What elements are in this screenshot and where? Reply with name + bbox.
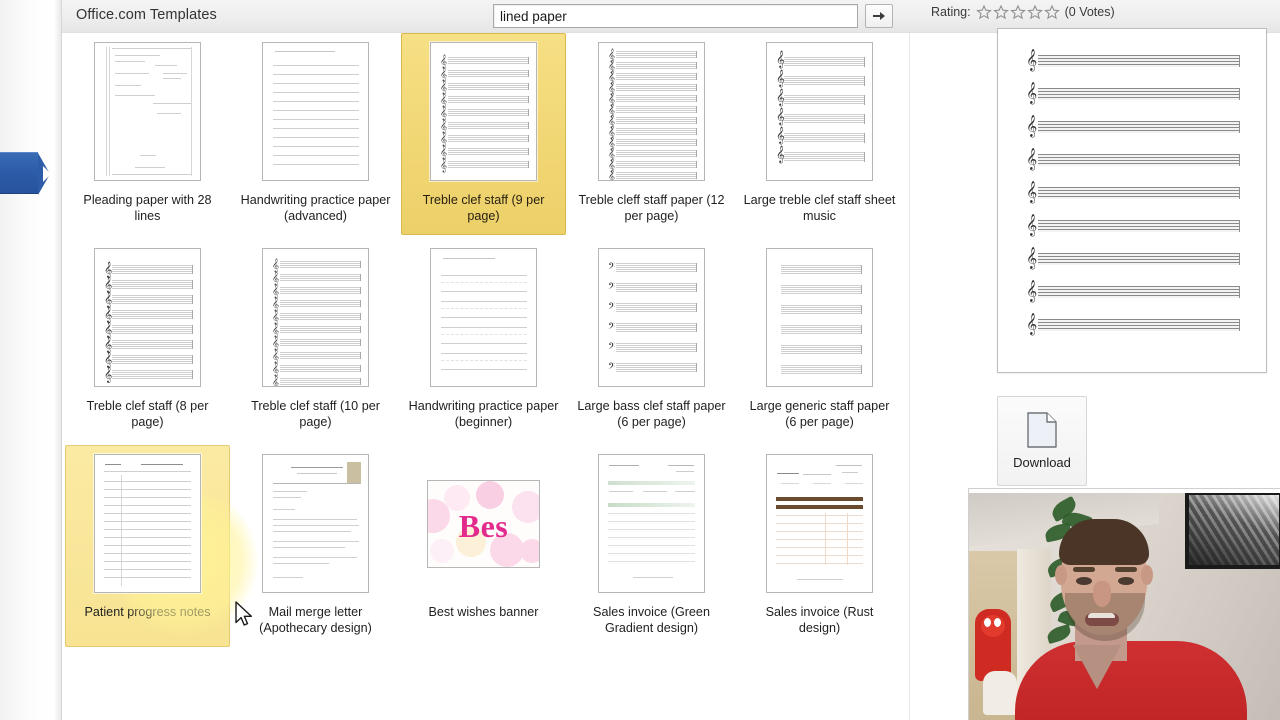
webcam-person-nose: [1093, 581, 1111, 607]
rating-stars[interactable]: [975, 4, 1060, 20]
template-item-mail-merge-letter-apothecary[interactable]: Mail merge letter (Apothecary design): [233, 445, 398, 647]
webcam-overlay: [968, 488, 1280, 720]
webcam-person-hair: [1059, 519, 1149, 565]
search-go-button[interactable]: [865, 4, 893, 28]
template-label: Treble clef staff (8 per page): [86, 399, 209, 429]
template-grid: Pleading paper with 28 lines Handwriting…: [65, 33, 905, 651]
template-thumbnail: [598, 454, 705, 593]
window-left-edge: [0, 0, 62, 720]
webcam-person-shirt: [1015, 641, 1247, 720]
star-icon[interactable]: [1026, 4, 1043, 20]
webcam-white-plush-toy: [983, 671, 1017, 715]
template-label: Best wishes banner: [428, 605, 539, 619]
template-item-sales-invoice-rust[interactable]: Sales invoice (Rust design): [737, 445, 902, 647]
template-thumbnail: [766, 454, 873, 593]
template-label: Large bass clef staff paper (6 per page): [577, 399, 726, 429]
template-thumbnail: [94, 42, 201, 181]
webcam-shirt-vneck: [1073, 645, 1121, 689]
template-item-large-treble-clef-sheet-music[interactable]: 𝄞 𝄞 𝄞 𝄞 𝄞 𝄞 Large treble clef staff shee…: [737, 33, 902, 235]
template-label: Handwriting practice paper (advanced): [240, 193, 391, 223]
template-label: Mail merge letter (Apothecary design): [259, 605, 372, 635]
star-icon[interactable]: [1043, 4, 1060, 20]
template-label: Large treble clef staff sheet music: [743, 193, 896, 223]
webcam-toy-face: [981, 615, 1005, 637]
template-item-treble-clef-staff-9[interactable]: 𝄞 𝄞 𝄞 𝄞 𝄞 𝄞 𝄞 𝄞 𝄞 Treble clef staff (9 p…: [401, 33, 566, 235]
webcam-top-edge: [969, 489, 1280, 493]
template-thumbnail: 𝄞 𝄞 𝄞 𝄞 𝄞 𝄞 𝄞 𝄞 𝄞 𝄞 𝄞 𝄞: [598, 42, 705, 181]
template-thumbnail: 𝄞 𝄞 𝄞 𝄞 𝄞 𝄞 𝄞 𝄞: [94, 248, 201, 387]
download-label: Download: [1013, 455, 1071, 470]
template-preview: 𝄞 𝄞 𝄞 𝄞 𝄞 𝄞 𝄞 𝄞 𝄞: [997, 28, 1267, 373]
template-thumbnail: [262, 454, 369, 593]
template-item-pleading-paper-28-lines[interactable]: Pleading paper with 28 lines: [65, 33, 230, 235]
page-title: Office.com Templates: [76, 7, 217, 23]
template-item-best-wishes-banner[interactable]: Bes Best wishes banner: [401, 445, 566, 647]
template-thumbnail: 𝄞 𝄞 𝄞 𝄞 𝄞 𝄞: [766, 42, 873, 181]
search-input[interactable]: [493, 4, 858, 28]
template-thumbnail: 𝄢 𝄢 𝄢 𝄢 𝄢 𝄢: [598, 248, 705, 387]
banner-art: Bes: [428, 481, 539, 567]
document-page-icon: [1027, 412, 1057, 448]
template-item-treble-clef-staff-8[interactable]: 𝄞 𝄞 𝄞 𝄞 𝄞 𝄞 𝄞 𝄞 Treble clef staff (8 per…: [65, 239, 230, 441]
template-thumbnail: [430, 248, 537, 387]
template-item-patient-progress-notes[interactable]: Patient progress notes: [65, 445, 258, 647]
template-label: Treble cleff staff paper (12 per page): [578, 193, 725, 223]
template-item-treble-clef-staff-10[interactable]: 𝄞 𝄞 𝄞 𝄞 𝄞 𝄞 𝄞 𝄞 𝄞 𝄞 Treble clef staff (1…: [233, 239, 398, 441]
template-label: Pleading paper with 28 lines: [83, 193, 212, 223]
download-button[interactable]: Download: [997, 396, 1087, 486]
screen: Office.com Templates Rating: (0 Vote: [0, 0, 1280, 720]
ribbon-back-arrow-icon[interactable]: [0, 152, 51, 195]
template-thumbnail: Bes: [427, 480, 540, 568]
template-item-large-bass-clef-staff-6[interactable]: 𝄢 𝄢 𝄢 𝄢 𝄢 𝄢 Large bass clef staff paper …: [569, 239, 734, 441]
template-label: Sales invoice (Rust design): [765, 605, 874, 635]
star-icon[interactable]: [975, 4, 992, 20]
template-label: Handwriting practice paper (beginner): [408, 399, 559, 429]
rating-row: Rating: (0 Votes): [931, 0, 1115, 24]
arrow-right-icon: [873, 12, 885, 20]
template-label: Treble clef staff (10 per page): [251, 399, 380, 429]
template-item-sales-invoice-green-gradient[interactable]: Sales invoice (Green Gradient design): [569, 445, 734, 647]
template-item-handwriting-practice-beginner[interactable]: Handwriting practice paper (beginner): [401, 239, 566, 441]
template-item-handwriting-practice-advanced[interactable]: Handwriting practice paper (advanced): [233, 33, 398, 235]
template-search: [493, 4, 895, 28]
template-thumbnail: [94, 454, 201, 593]
template-label: Large generic staff paper (6 per page): [749, 399, 890, 429]
template-label: Patient progress notes: [84, 605, 211, 619]
star-icon[interactable]: [992, 4, 1009, 20]
votes-count: (0 Votes): [1064, 5, 1115, 19]
rating-label: Rating:: [931, 5, 971, 19]
webcam-wall-picture: [1185, 491, 1280, 569]
webcam-person-teeth: [1088, 613, 1115, 618]
template-thumbnail: 𝄞 𝄞 𝄞 𝄞 𝄞 𝄞 𝄞 𝄞 𝄞: [430, 42, 537, 181]
template-gallery: Pleading paper with 28 lines Handwriting…: [62, 33, 910, 720]
banner-thumbnail-text: Bes: [458, 508, 509, 544]
template-label: Treble clef staff (9 per page): [422, 193, 545, 223]
template-item-treble-cleff-staff-paper-12[interactable]: 𝄞 𝄞 𝄞 𝄞 𝄞 𝄞 𝄞 𝄞 𝄞 𝄞 𝄞 𝄞 Treble cleff sta…: [569, 33, 734, 235]
template-thumbnail: [766, 248, 873, 387]
template-thumbnail: 𝄞 𝄞 𝄞 𝄞 𝄞 𝄞 𝄞 𝄞 𝄞 𝄞: [262, 248, 369, 387]
template-item-large-generic-staff-6[interactable]: Large generic staff paper (6 per page): [737, 239, 902, 441]
template-thumbnail: [262, 42, 369, 181]
star-icon[interactable]: [1009, 4, 1026, 20]
template-label: Sales invoice (Green Gradient design): [593, 605, 710, 635]
